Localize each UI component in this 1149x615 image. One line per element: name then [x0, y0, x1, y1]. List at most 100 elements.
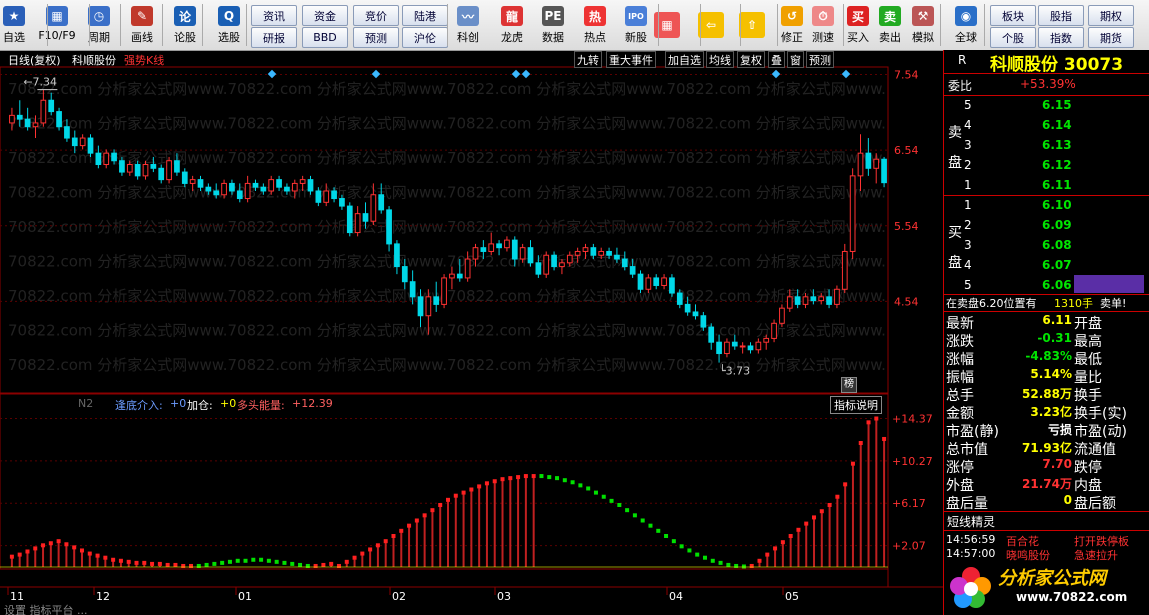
event-marker-icon: [841, 69, 851, 79]
buy-level-price[interactable]: 6.07: [1042, 258, 1072, 272]
chart-button-6[interactable]: 叠: [768, 51, 785, 68]
sell-level-price[interactable]: 6.15: [1042, 98, 1072, 112]
toolbar-button-3[interactable]: ◷ 周期: [81, 2, 117, 48]
energy-dot: [819, 509, 824, 514]
chart-indicator-name: 强势K线: [124, 54, 165, 67]
toolbar-right-button-3[interactable]: 期权: [1088, 5, 1134, 26]
toolbar-right-button-5[interactable]: 指数: [1038, 27, 1084, 48]
buy-level-price[interactable]: 6.09: [1042, 218, 1072, 232]
toolbar-button-6[interactable]: Q 选股: [211, 2, 247, 48]
sprite-stock[interactable]: 晓鸣股份: [1006, 547, 1050, 563]
alert-tag: 卖单!: [1100, 297, 1127, 310]
toolbar-button-4[interactable]: ✎ 画线: [124, 2, 160, 48]
energy-dot: [344, 559, 349, 564]
chart-button-4[interactable]: 均线: [706, 51, 734, 68]
energy-dot: [266, 558, 271, 563]
toolbar-button-14[interactable]: 买买入: [840, 2, 876, 48]
sell-level-price[interactable]: 6.11: [1042, 178, 1072, 192]
sprite-event[interactable]: 急速拉升: [1074, 547, 1118, 563]
date-label: 11: [10, 590, 24, 603]
toolbar-small-button-1[interactable]: 资讯: [251, 5, 297, 26]
pe-icon: PE: [542, 6, 564, 26]
candle-body: [708, 326, 715, 343]
toolbar-right-button-2[interactable]: 股指: [1038, 5, 1084, 26]
buy5-highlight-bar: [1074, 275, 1144, 293]
candle-body: [779, 307, 785, 324]
toolbar-right-button-1[interactable]: 板块: [990, 5, 1036, 26]
date-label: 04: [669, 590, 683, 603]
candle-body: [291, 182, 298, 192]
energy-dot: [368, 547, 373, 552]
toolbar-small-button-4[interactable]: 陆港: [402, 5, 448, 26]
candle-body: [480, 247, 487, 252]
chart-button-1[interactable]: 九转: [574, 51, 602, 68]
energy-dot: [757, 558, 762, 563]
toolbar-right-button-6[interactable]: 期货: [1088, 27, 1134, 48]
sell-level-price[interactable]: 6.12: [1042, 158, 1072, 172]
toolbar-small-button-3[interactable]: 竞价: [353, 5, 399, 26]
panel-divider: [944, 95, 1149, 96]
energy-dot: [72, 545, 77, 550]
toolbar-button-label: 周期: [88, 31, 110, 44]
speed-icon: ⏱: [812, 6, 834, 26]
quote-label-right: 换手: [1074, 388, 1102, 404]
energy-dot: [111, 557, 116, 562]
candle-body: [535, 262, 542, 275]
energy-dot: [150, 561, 155, 566]
candle-body: [323, 190, 330, 203]
energy-dot: [702, 555, 707, 560]
sell-level-price[interactable]: 6.13: [1042, 138, 1072, 152]
toolbar-small-button-7[interactable]: 预测: [353, 27, 399, 48]
candle-body: [158, 167, 165, 181]
buy-level-price[interactable]: 6.10: [1042, 198, 1072, 212]
sprite-time[interactable]: 14:56:59: [946, 533, 995, 546]
indicator-help-button[interactable]: 指标说明: [830, 396, 882, 414]
candle-body: [645, 277, 652, 290]
toolbar-button-16[interactable]: ⚒ 模拟: [905, 2, 941, 48]
sell-level-price[interactable]: 6.14: [1042, 118, 1072, 132]
chart-button-7[interactable]: 窗: [787, 51, 804, 68]
chat-icon: 论: [174, 6, 196, 26]
candle-body: [244, 182, 251, 200]
toolbar-small-button-2[interactable]: 资金: [302, 5, 348, 26]
toolbar-button-11[interactable]: IPO 新股: [618, 2, 654, 48]
event-marker-icon: [771, 69, 781, 79]
logo-text: 分析家公式网: [998, 568, 1106, 589]
energy-dot: [274, 559, 279, 564]
toolbar-button-1[interactable]: ★ 自选: [0, 2, 32, 48]
rank-badge[interactable]: 榜: [841, 377, 857, 393]
buy-level-price[interactable]: 6.06: [1042, 278, 1072, 292]
toolbar-button-15[interactable]: 卖卖出: [872, 2, 908, 48]
candle-body: [841, 250, 848, 290]
watermark-text: 70822.com 分析家公式网www.70822.com 分析家公式网www.…: [8, 218, 886, 236]
chart-button-8[interactable]: 预测: [806, 51, 834, 68]
chart-button-3[interactable]: 加自选: [665, 51, 704, 68]
candle-body: [559, 262, 565, 268]
candle-body: [834, 288, 840, 305]
toolbar-right-button-4[interactable]: 个股: [990, 27, 1036, 48]
quote-value: 21.74万: [1022, 477, 1072, 491]
energy-dot: [212, 561, 217, 566]
toolbar-button-5[interactable]: 论论股: [167, 2, 203, 48]
toolbar-button-8[interactable]: 龍龙虎: [494, 2, 530, 48]
quote-label-right: 换手(实): [1074, 406, 1127, 422]
chart-button-2[interactable]: 重大事件: [606, 51, 656, 68]
toolbar-small-button-6[interactable]: BBD: [302, 27, 348, 48]
chart-button-5[interactable]: 复权: [737, 51, 765, 68]
toolbar-small-button-5[interactable]: 研报: [251, 27, 297, 48]
toolbar-button-2[interactable]: ▦ F10/F9: [38, 2, 76, 48]
candle-body: [700, 315, 707, 328]
toolbar-button-10[interactable]: 热热点: [577, 2, 613, 48]
toolbar-small-button-8[interactable]: 沪伦: [402, 27, 448, 48]
toolbar-button-13[interactable]: ⏱ 测速: [805, 2, 841, 48]
palette-button[interactable]: ▦: [651, 2, 683, 48]
energy-dot: [477, 484, 482, 489]
sprite-time[interactable]: 14:57:00: [946, 547, 995, 560]
buy-level-price[interactable]: 6.08: [1042, 238, 1072, 252]
candle-body: [362, 213, 369, 222]
toolbar-button-17[interactable]: ◉ 全球: [948, 2, 984, 48]
toolbar-button-7[interactable]: 〰科创: [450, 2, 486, 48]
kline-chart-area[interactable]: 70822.com 分析家公式网www.70822.com 分析家公式网www.…: [0, 50, 943, 615]
buy-level-num: 1: [964, 198, 972, 212]
toolbar-button-9[interactable]: PE 数据: [535, 2, 571, 48]
